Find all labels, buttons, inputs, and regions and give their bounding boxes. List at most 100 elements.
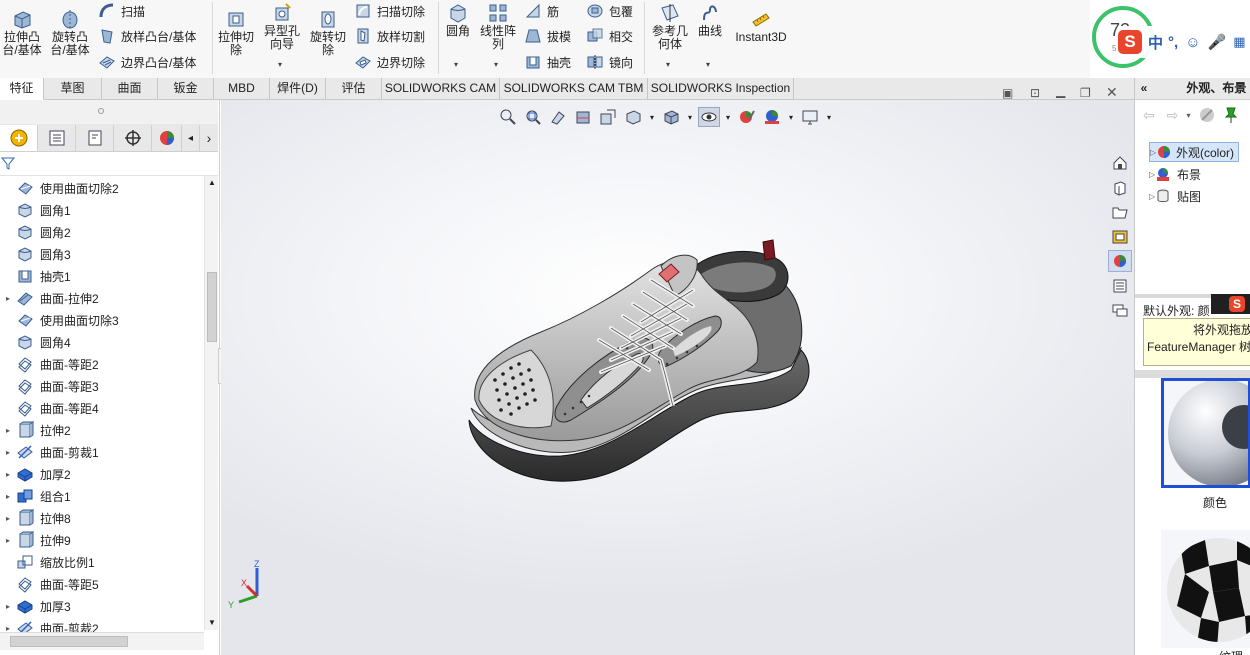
- tree-filter[interactable]: [0, 152, 218, 176]
- microphone-icon[interactable]: 🎤: [1208, 33, 1227, 51]
- zoom-to-fit-icon[interactable]: [497, 107, 519, 127]
- configuration-manager-tab[interactable]: [76, 125, 114, 151]
- reference-geometry-dropdown-icon[interactable]: ▾: [666, 60, 670, 69]
- edit-appearance-icon[interactable]: [736, 107, 758, 127]
- extruded-cut-button[interactable]: 拉伸切 除: [214, 8, 258, 57]
- tab-evaluate[interactable]: 评估: [326, 78, 382, 100]
- forward-arrow-icon[interactable]: ⇨: [1167, 107, 1179, 124]
- history-dropdown-icon[interactable]: ▾: [1186, 111, 1190, 120]
- tree-vertical-scrollbar[interactable]: ▲ ▼: [204, 176, 218, 630]
- wrap-button[interactable]: 包覆: [586, 0, 633, 22]
- property-manager-tab[interactable]: [38, 125, 76, 151]
- tree-item[interactable]: ▸ 加厚3: [0, 595, 71, 617]
- fillet-dropdown-icon[interactable]: ▾: [454, 60, 458, 69]
- dynamic-annotation-icon[interactable]: [597, 107, 619, 127]
- tree-scenes[interactable]: ▷ 布景: [1149, 164, 1201, 184]
- file-explorer-icon[interactable]: [1108, 201, 1132, 223]
- tree-item[interactable]: 曲面-等距5: [0, 573, 99, 595]
- scroll-thumb[interactable]: [10, 636, 128, 647]
- tree-decals[interactable]: ▷ 贴图: [1149, 186, 1201, 206]
- scroll-thumb[interactable]: [207, 272, 217, 342]
- instant3d-button[interactable]: Instant3D: [734, 8, 788, 44]
- back-arrow-icon[interactable]: ⇦: [1143, 107, 1155, 124]
- expand-icon[interactable]: ▸: [0, 536, 16, 545]
- tree-item[interactable]: ▸ 拉伸2: [0, 419, 71, 441]
- solidworks-resources-icon[interactable]: [1108, 152, 1132, 174]
- expand-icon[interactable]: ▸: [0, 514, 16, 523]
- extruded-boss-button[interactable]: 拉伸凸 台/基体: [0, 8, 44, 57]
- boundary-boss-button[interactable]: 边界凸台/基体: [98, 51, 196, 73]
- custom-properties-icon[interactable]: [1108, 275, 1132, 297]
- add-to-favorites-icon[interactable]: [1198, 106, 1216, 124]
- curves-dropdown-icon[interactable]: ▾: [706, 60, 710, 69]
- mirror-button[interactable]: 镜向: [586, 51, 633, 73]
- collapse-pane-icon[interactable]: «: [1135, 78, 1153, 99]
- design-library-icon[interactable]: [1108, 177, 1132, 199]
- display-style-icon[interactable]: [660, 107, 682, 127]
- tree-horizontal-scrollbar[interactable]: [0, 632, 204, 650]
- tab-mbd[interactable]: MBD: [214, 78, 270, 100]
- maximize-icon[interactable]: ❐: [1080, 86, 1091, 100]
- tree-appearances-color[interactable]: ▷ 外观(color): [1149, 142, 1240, 162]
- tree-item[interactable]: 抽壳1: [0, 265, 71, 287]
- view-orientation-dropdown-icon[interactable]: ▾: [647, 107, 657, 127]
- curves-button[interactable]: 曲线: [688, 2, 732, 38]
- tree-item[interactable]: 曲面-等距2: [0, 353, 99, 375]
- view-settings-icon[interactable]: [799, 107, 821, 127]
- expand-icon[interactable]: ▸: [0, 426, 16, 435]
- tree-item[interactable]: 使用曲面切除2: [0, 177, 119, 199]
- tree-item[interactable]: 圆角4: [0, 331, 71, 353]
- expand-icon[interactable]: ▸: [0, 448, 16, 457]
- close-icon[interactable]: ✕: [1106, 84, 1118, 101]
- view-palette-icon[interactable]: [1108, 226, 1132, 248]
- tab-solidworks-inspection[interactable]: SOLIDWORKS Inspection: [648, 78, 794, 100]
- display-style-dropdown-icon[interactable]: ▾: [685, 107, 695, 127]
- tree-item[interactable]: ▸ 拉伸9: [0, 529, 71, 551]
- loft-boss-button[interactable]: 放样凸台/基体: [98, 25, 196, 47]
- apply-scene-dropdown-icon[interactable]: ▾: [786, 107, 796, 127]
- tree-item[interactable]: 曲面-等距3: [0, 375, 99, 397]
- view-orientation-icon[interactable]: [622, 107, 644, 127]
- previous-view-icon[interactable]: [547, 107, 569, 127]
- tree-item[interactable]: ▸ 加厚2: [0, 463, 71, 485]
- linear-pattern-dropdown-icon[interactable]: ▾: [494, 60, 498, 69]
- fillet-button[interactable]: 圆角: [436, 2, 480, 38]
- tree-item[interactable]: 圆角1: [0, 199, 71, 221]
- feature-manager-tab[interactable]: [0, 125, 38, 151]
- revolved-boss-button[interactable]: 旋转凸 台/基体: [48, 8, 92, 57]
- hole-wizard-dropdown-icon[interactable]: ▾: [278, 60, 282, 69]
- shoe-3d-model[interactable]: [461, 230, 821, 500]
- dimxpert-manager-tab[interactable]: [114, 125, 152, 151]
- tree-item[interactable]: 使用曲面切除3: [0, 309, 119, 331]
- expand-icon[interactable]: ▸: [0, 294, 16, 303]
- apply-scene-icon[interactable]: [761, 107, 783, 127]
- shell-button[interactable]: 抽壳: [524, 51, 571, 73]
- hole-wizard-button[interactable]: 异型孔 向导: [260, 2, 304, 51]
- hide-show-dropdown-icon[interactable]: ▾: [723, 107, 733, 127]
- tab-surfaces[interactable]: 曲面: [102, 78, 158, 100]
- keyboard-icon[interactable]: ▦: [1233, 34, 1245, 50]
- tab-solidworks-cam[interactable]: SOLIDWORKS CAM: [382, 78, 500, 100]
- tile-icon[interactable]: ▣: [1002, 86, 1013, 100]
- ime-toolbar[interactable]: S 中 °, ☺ 🎤 ▦: [1118, 26, 1246, 58]
- tree-item[interactable]: 缩放比例1: [0, 551, 95, 573]
- tree-item[interactable]: ▸ 组合1: [0, 485, 71, 507]
- section-view-icon[interactable]: [572, 107, 594, 127]
- tab-features[interactable]: 特征: [0, 78, 44, 100]
- boundary-cut-button[interactable]: 边界切除: [354, 51, 425, 73]
- tree-item[interactable]: 圆角2: [0, 221, 71, 243]
- expand-icon[interactable]: ▸: [0, 602, 16, 611]
- tab-scroll-right-icon[interactable]: ›: [200, 125, 218, 151]
- scroll-down-icon[interactable]: ▼: [208, 618, 216, 627]
- intersect-button[interactable]: 相交: [586, 25, 633, 47]
- tab-weldments[interactable]: 焊件(D): [270, 78, 326, 100]
- tree-item[interactable]: ▸ 曲面-剪裁1: [0, 441, 99, 463]
- pane-grip[interactable]: [0, 100, 218, 124]
- graphics-area[interactable]: ▾ ▾ ▾ ▾ ▾ Z X Y: [221, 100, 1134, 655]
- tree-item[interactable]: 圆角3: [0, 243, 71, 265]
- rib-button[interactable]: 筋: [524, 0, 559, 22]
- sweep-button[interactable]: 扫描: [98, 0, 145, 22]
- tab-solidworks-cam-tbm[interactable]: SOLIDWORKS CAM TBM: [500, 78, 648, 100]
- pin-icon[interactable]: [1224, 106, 1238, 124]
- draft-button[interactable]: 拔模: [524, 25, 571, 47]
